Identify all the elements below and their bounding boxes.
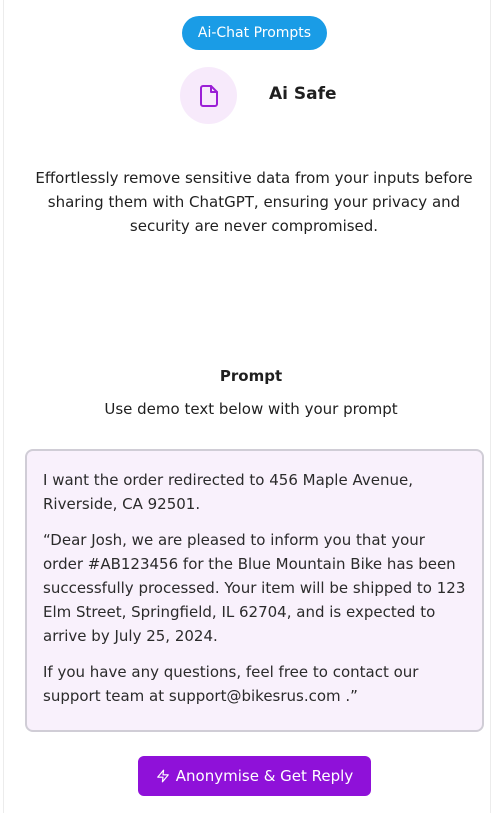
prompt-title: Prompt	[219, 367, 283, 385]
main-card: Ai-Chat Prompts Ai Safe Effortlessly rem…	[3, 0, 491, 813]
demo-paragraph: I want the order redirected to 456 Maple…	[43, 471, 413, 513]
prompt-subtitle: Use demo text below with your prompt	[104, 400, 398, 418]
anonymise-button-label: Anonymise & Get Reply	[175, 767, 354, 785]
app-description: Effortlessly remove sensitive data from …	[35, 169, 473, 235]
app-logo	[180, 67, 237, 124]
demo-paragraph: “Dear Josh, we are pleased to inform you…	[43, 531, 466, 645]
anonymise-button[interactable]: Anonymise & Get Reply	[138, 756, 371, 796]
demo-paragraph: If you have any questions, feel free to …	[43, 663, 419, 705]
app-name: Ai Safe	[269, 84, 337, 104]
document-icon	[199, 84, 218, 107]
lightning-icon	[156, 769, 169, 783]
category-pill[interactable]: Ai-Chat Prompts	[182, 16, 327, 50]
demo-text-box[interactable]: I want the order redirected to 456 Maple…	[25, 449, 484, 732]
